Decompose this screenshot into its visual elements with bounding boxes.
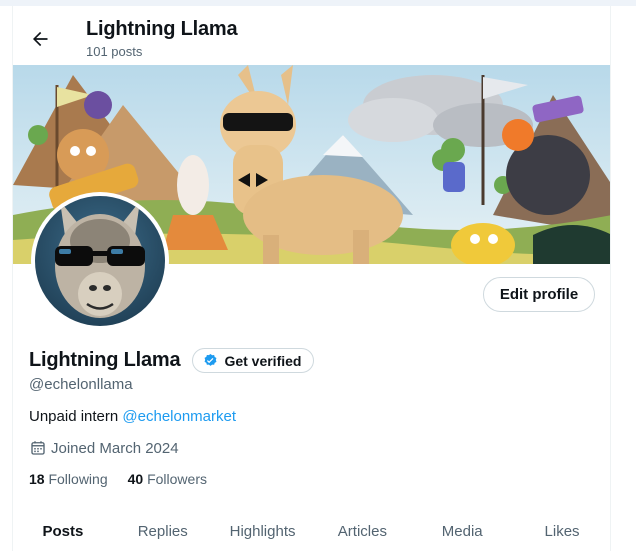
avatar[interactable] bbox=[31, 192, 169, 330]
followers-count: 40 bbox=[127, 471, 144, 487]
back-button[interactable] bbox=[25, 24, 55, 54]
user-handle: @echelonllama bbox=[29, 376, 133, 393]
followers-label: Followers bbox=[147, 471, 207, 487]
following-link[interactable]: 18 Following bbox=[29, 471, 108, 487]
tab-highlights[interactable]: Highlights bbox=[213, 511, 313, 551]
calendar-icon bbox=[31, 441, 45, 455]
tab-replies[interactable]: Replies bbox=[113, 511, 213, 551]
post-count: 101 posts bbox=[86, 44, 143, 59]
get-verified-button[interactable]: Get verified bbox=[192, 348, 315, 373]
followers-link[interactable]: 40 Followers bbox=[128, 471, 207, 487]
bio: Unpaid intern @echelonmarket bbox=[29, 408, 236, 425]
profile-header: Lightning Llama 101 posts bbox=[13, 6, 610, 65]
follow-stats: 18 Following 40 Followers bbox=[29, 471, 227, 487]
verified-badge-icon bbox=[205, 353, 217, 366]
tab-articles[interactable]: Articles bbox=[312, 511, 412, 551]
tab-posts[interactable]: Posts bbox=[13, 511, 113, 551]
bio-mention-link[interactable]: @echelonmarket bbox=[122, 408, 236, 425]
tab-likes[interactable]: Likes bbox=[512, 511, 610, 551]
arrow-left-icon bbox=[33, 31, 48, 47]
header-title: Lightning Llama bbox=[86, 18, 238, 40]
edit-profile-button[interactable]: Edit profile bbox=[483, 277, 595, 312]
joined-text: Joined March 2024 bbox=[51, 439, 179, 457]
name-row: Lightning Llama Get verified bbox=[29, 348, 315, 373]
bio-text: Unpaid intern bbox=[29, 408, 123, 425]
tab-media[interactable]: Media bbox=[412, 511, 512, 551]
display-name: Lightning Llama bbox=[29, 349, 181, 371]
profile-tabs: Posts Replies Highlights Articles Media … bbox=[13, 511, 610, 551]
following-label: Following bbox=[48, 471, 108, 487]
following-count: 18 bbox=[29, 471, 45, 487]
profile-column: Lightning Llama 101 posts Edit profile L… bbox=[12, 6, 611, 551]
joined-date: Joined March 2024 bbox=[29, 439, 179, 457]
get-verified-label: Get verified bbox=[224, 352, 302, 369]
